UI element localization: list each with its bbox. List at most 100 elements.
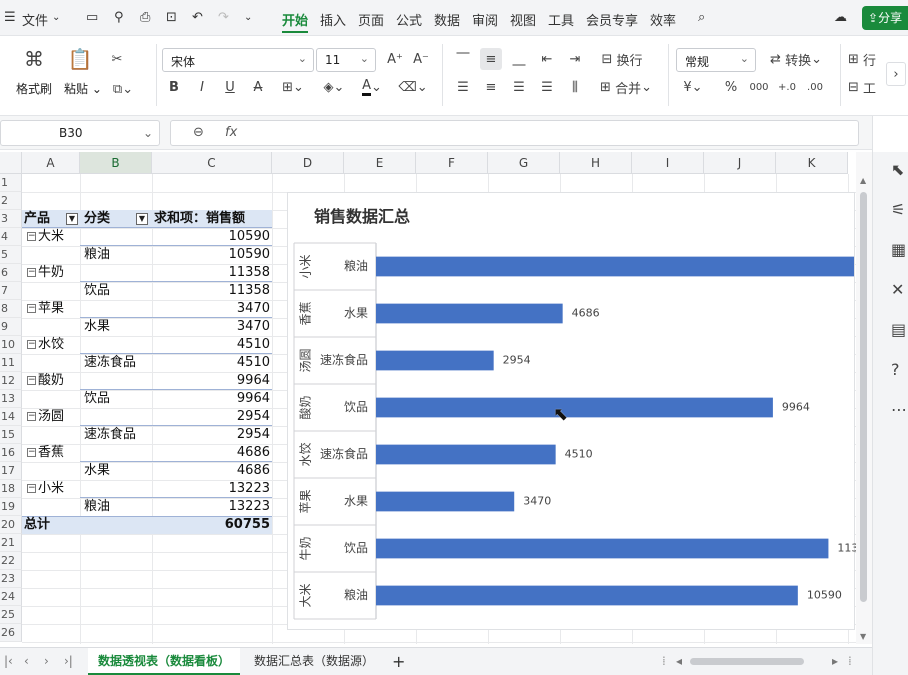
distributed-icon[interactable]: ⫼ [564, 76, 586, 98]
pivot-product-total[interactable]: 4510 [154, 336, 270, 354]
pivot-product-total[interactable]: 3470 [154, 300, 270, 318]
menu-tab-5[interactable]: 审阅 [472, 10, 498, 29]
cloud-icon[interactable]: ☁ [834, 10, 847, 25]
bold-icon[interactable]: B [164, 76, 184, 98]
pivot-category-value[interactable]: 11358 [154, 282, 270, 300]
border-icon[interactable]: ⊞⌄ [278, 76, 308, 98]
row-header-6[interactable]: 6 [0, 264, 22, 282]
more-icon[interactable]: ⋯ [891, 400, 907, 419]
row-header-14[interactable]: 14 [0, 408, 22, 426]
pivot-category-value[interactable]: 13223 [154, 498, 270, 516]
worksheet-button[interactable]: ⊟ 工 [848, 76, 888, 98]
vertical-scrollbar[interactable]: ▲ ▼ [856, 152, 872, 644]
collapse-icon[interactable]: − [27, 268, 36, 277]
column-header-C[interactable]: C [152, 152, 272, 174]
row-header-17[interactable]: 17 [0, 462, 22, 480]
copy-icon[interactable]: ⧉⌄ [108, 78, 138, 100]
pivot-header-product[interactable]: 产品 [24, 210, 72, 228]
increase-decimal-icon[interactable]: +.0 [776, 76, 798, 98]
chart-style-icon[interactable]: ▦ [891, 240, 906, 259]
row-header-5[interactable]: 5 [0, 246, 22, 264]
formula-input[interactable]: ⊖ fx [170, 120, 859, 146]
paste-button[interactable]: 粘贴 ⌄ [64, 80, 102, 97]
pivot-product-label[interactable]: 酸奶 [38, 372, 78, 390]
pivot-product-total[interactable]: 4686 [154, 444, 270, 462]
font-name-select[interactable]: 宋体 ⌄ [162, 48, 314, 72]
column-header-D[interactable]: D [272, 152, 344, 174]
column-header-A[interactable]: A [22, 152, 80, 174]
row-header-2[interactable]: 2 [0, 192, 22, 210]
pivot-category-label[interactable]: 水果 [84, 318, 150, 336]
pivot-category-value[interactable]: 4510 [154, 354, 270, 372]
row-header-23[interactable]: 23 [0, 570, 22, 588]
row-column-button[interactable]: ⊞ 行 [848, 48, 888, 70]
increase-font-icon[interactable]: A⁺ [384, 48, 406, 70]
menu-file[interactable]: 文件 [22, 10, 48, 29]
chevron-right-icon[interactable]: › [886, 62, 906, 86]
share-button[interactable]: ⇪分享 [862, 6, 908, 30]
percent-icon[interactable]: % [720, 76, 742, 98]
pivot-category-value[interactable]: 9964 [154, 390, 270, 408]
align-bottom-icon[interactable]: ⎽ [508, 48, 530, 70]
zoom-icon[interactable]: ⊖ [193, 125, 204, 140]
menu-tab-8[interactable]: 会员专享 [586, 10, 638, 29]
strikethrough-icon[interactable]: A [248, 76, 268, 98]
pivot-product-total[interactable]: 13223 [154, 480, 270, 498]
collapse-icon[interactable]: − [27, 232, 36, 241]
help-icon[interactable]: ? [891, 360, 900, 379]
pivot-header-category[interactable]: 分类 [84, 210, 140, 228]
save-icon[interactable]: ▭ [86, 10, 98, 25]
align-top-icon[interactable]: ⎺ [452, 48, 474, 70]
format-painter-button[interactable]: 格式刷 [16, 80, 52, 97]
filter-category-icon[interactable]: ▼ [136, 213, 148, 225]
main-menu-icon[interactable]: ☰ [4, 10, 16, 25]
column-header-F[interactable]: F [416, 152, 488, 174]
collapse-icon[interactable]: − [27, 304, 36, 313]
collapse-icon[interactable]: − [27, 376, 36, 385]
row-header-21[interactable]: 21 [0, 534, 22, 552]
scroll-right-icon[interactable]: ▸ [832, 654, 838, 668]
pivot-grand-total[interactable]: 60755 [154, 516, 270, 534]
font-color-icon[interactable]: A ⌄ [356, 76, 388, 98]
scroll-down-icon[interactable]: ▼ [860, 632, 866, 641]
add-sheet-icon[interactable]: + [392, 652, 405, 671]
pivot-category-label[interactable]: 粮油 [84, 498, 150, 516]
row-header-25[interactable]: 25 [0, 606, 22, 624]
link-icon[interactable]: ⚲ [114, 10, 124, 25]
column-header-I[interactable]: I [632, 152, 704, 174]
filter-product-icon[interactable]: ▼ [66, 213, 78, 225]
select-pointer-icon[interactable]: ⬉ [891, 160, 904, 179]
align-right-icon[interactable]: ☰ [508, 76, 530, 98]
menu-tab-6[interactable]: 视图 [510, 10, 536, 29]
first-sheet-icon[interactable]: |‹ [4, 654, 13, 668]
decrease-font-icon[interactable]: A⁻ [410, 48, 432, 70]
prev-sheet-icon[interactable]: ‹ [24, 654, 29, 668]
row-header-12[interactable]: 12 [0, 372, 22, 390]
column-header-E[interactable]: E [344, 152, 416, 174]
row-header-10[interactable]: 10 [0, 336, 22, 354]
format-painter-icon[interactable]: ⌘ [20, 46, 48, 72]
pivot-product-total[interactable]: 11358 [154, 264, 270, 282]
menu-tab-9[interactable]: 效率 [650, 10, 676, 29]
convert-button[interactable]: ⇄ 转换 ⌄ [764, 48, 828, 70]
collapse-icon[interactable]: − [27, 448, 36, 457]
collapse-icon[interactable]: − [27, 412, 36, 421]
number-format-select[interactable]: 常规 ⌄ [676, 48, 756, 72]
row-header-9[interactable]: 9 [0, 318, 22, 336]
decrease-decimal-icon[interactable]: .00 [804, 76, 826, 98]
bar-chart[interactable]: 销售数据汇总 小米 粮油 香蕉 水果 4686 汤圆 速冻食品 2954 酸奶 饮品 9964 水饺速… [287, 192, 856, 630]
pivot-category-label[interactable]: 速冻食品 [84, 426, 150, 444]
pivot-product-label[interactable]: 大米 [38, 228, 78, 246]
row-header-8[interactable]: 8 [0, 300, 22, 318]
scroll-up-icon[interactable]: ▲ [860, 176, 866, 185]
adjust-icon[interactable]: ⚟ [891, 200, 905, 219]
pivot-category-value[interactable]: 2954 [154, 426, 270, 444]
next-sheet-icon[interactable]: › [44, 654, 49, 668]
pivot-category-label[interactable]: 饮品 [84, 282, 150, 300]
column-header-B[interactable]: B [80, 152, 152, 174]
quick-access-dropdown-icon[interactable]: ⌄ [244, 12, 252, 23]
pivot-product-label[interactable]: 苹果 [38, 300, 78, 318]
italic-icon[interactable]: I [192, 76, 212, 98]
menu-tab-4[interactable]: 数据 [434, 10, 460, 29]
pivot-category-value[interactable]: 10590 [154, 246, 270, 264]
